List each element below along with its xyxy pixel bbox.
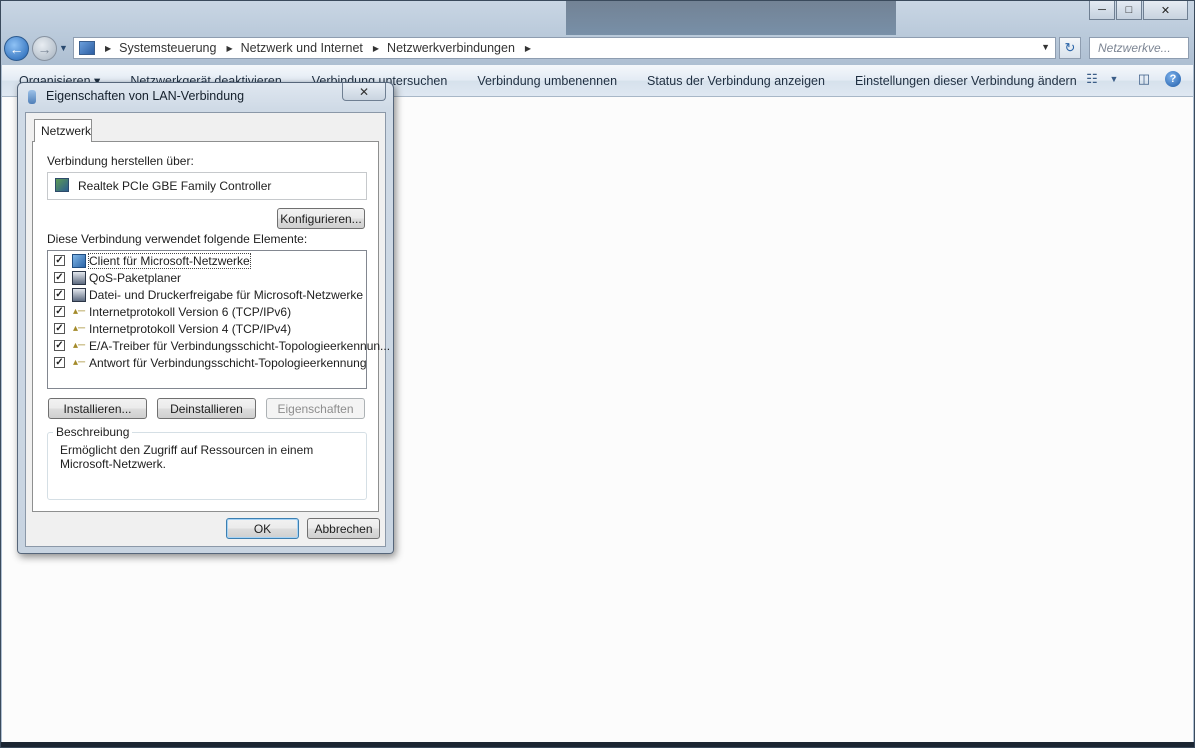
- title-bar: ─ □ ✕: [1, 1, 1194, 35]
- checkbox[interactable]: ✓: [54, 323, 65, 334]
- history-dropdown-icon[interactable]: ▼: [59, 43, 68, 53]
- list-item-label: Antwort für Verbindungsschicht-Topologie…: [89, 355, 367, 370]
- properties-button[interactable]: Eigenschaften: [266, 398, 365, 419]
- list-item-label: Internetprotokoll Version 6 (TCP/IPv6): [89, 304, 292, 319]
- caption-buttons: ─ □ ✕: [1088, 1, 1188, 20]
- toolbar-icons: ☷ ▼ ◫ ?: [1083, 71, 1181, 87]
- checkbox[interactable]: ✓: [54, 272, 65, 283]
- cancel-button[interactable]: Abbrechen: [307, 518, 380, 539]
- control-panel-icon: [79, 41, 95, 55]
- minimize-button[interactable]: ─: [1089, 1, 1115, 20]
- description-group: Beschreibung Ermöglicht den Zugriff auf …: [47, 425, 367, 500]
- taskbar-edge: [1, 742, 1194, 747]
- service-icon: [72, 270, 86, 285]
- forward-button[interactable]: →: [32, 36, 57, 61]
- tab-panel: Verbindung herstellen über: Realtek PCIe…: [32, 141, 390, 512]
- breadcrumb-chevron-icon[interactable]: ▶: [373, 44, 379, 53]
- protocol-icon: ▴─: [72, 340, 86, 351]
- search-input[interactable]: Netzwerkve...: [1089, 37, 1189, 59]
- checkbox[interactable]: ✓: [54, 255, 65, 266]
- connect-using-label: Verbindung herstellen über:: [47, 154, 194, 168]
- checkbox[interactable]: ✓: [54, 289, 65, 300]
- uninstall-button[interactable]: Deinstallieren: [157, 398, 256, 419]
- maximize-button[interactable]: □: [1116, 1, 1142, 20]
- list-item-lltd-responder[interactable]: ✓ ▴─ Antwort für Verbindungsschicht-Topo…: [54, 354, 367, 371]
- breadcrumb-netzwerk-und-internet[interactable]: Netzwerk und Internet: [241, 41, 363, 55]
- background-window-ghost: [566, 1, 896, 35]
- dialog-body: Netzwerk Verbindung herstellen über: Rea…: [25, 112, 390, 547]
- dialog-close-button[interactable]: ✕: [342, 83, 386, 101]
- protocol-icon: ▴─: [72, 357, 86, 368]
- breadcrumb-chevron-icon[interactable]: ▶: [105, 44, 111, 53]
- list-item-ipv4[interactable]: ✓ ▴─ Internetprotokoll Version 4 (TCP/IP…: [54, 320, 291, 337]
- preview-pane-icon[interactable]: ◫: [1135, 71, 1153, 87]
- toolbar-view-status[interactable]: Status der Verbindung anzeigen: [632, 74, 840, 88]
- tab-netzwerk[interactable]: Netzwerk: [34, 119, 92, 142]
- list-item-label: Client für Microsoft-Netzwerke: [88, 252, 251, 269]
- list-item-lltd-mapper[interactable]: ✓ ▴─ E/A-Treiber für Verbindungsschicht-…: [54, 337, 390, 354]
- checkbox[interactable]: ✓: [54, 357, 65, 368]
- breadcrumb-systemsteuerung[interactable]: Systemsteuerung: [119, 41, 216, 55]
- network-client-icon: [72, 253, 86, 268]
- components-list[interactable]: ✓ Client für Microsoft-Netzwerke ✓ QoS-P…: [47, 250, 390, 389]
- list-item-label: QoS-Paketplaner: [89, 270, 182, 285]
- network-adapter-icon: [55, 178, 69, 192]
- install-button[interactable]: Installieren...: [48, 398, 147, 419]
- breadcrumb-chevron-icon[interactable]: ▶: [226, 44, 232, 53]
- items-label: Diese Verbindung verwendet folgende Elem…: [47, 232, 308, 246]
- help-icon[interactable]: ?: [1165, 71, 1181, 87]
- breadcrumb-chevron-icon[interactable]: ▶: [525, 44, 531, 53]
- toolbar-rename[interactable]: Verbindung umbenennen: [462, 74, 632, 88]
- list-item-client[interactable]: ✓ Client für Microsoft-Netzwerke: [54, 252, 251, 269]
- checkbox[interactable]: ✓: [54, 306, 65, 317]
- list-item-ipv6[interactable]: ✓ ▴─ Internetprotokoll Version 6 (TCP/IP…: [54, 303, 291, 320]
- service-icon: [72, 287, 86, 302]
- list-item-file-printer-sharing[interactable]: ✓ Datei- und Druckerfreigabe für Microso…: [54, 286, 363, 303]
- adapter-name: Realtek PCIe GBE Family Controller: [78, 179, 272, 193]
- adapter-field: Realtek PCIe GBE Family Controller: [47, 172, 367, 200]
- lan-properties-dialog: Eigenschaften von LAN-Verbindung ✕ Netzw…: [17, 82, 394, 554]
- address-bar[interactable]: ▶ Systemsteuerung ▶ Netzwerk und Interne…: [73, 37, 1056, 59]
- address-dropdown-icon[interactable]: ▼: [1041, 42, 1050, 52]
- toolbar-change-settings[interactable]: Einstellungen dieser Verbindung ändern: [840, 74, 1092, 88]
- description-text: Ermöglicht den Zugriff auf Ressourcen in…: [60, 443, 314, 471]
- dialog-title: Eigenschaften von LAN-Verbindung: [46, 89, 245, 103]
- close-button[interactable]: ✕: [1143, 1, 1188, 20]
- navigation-bar: ← → ▼ ▶ Systemsteuerung ▶ Netzwerk und I…: [1, 34, 1194, 62]
- checkbox[interactable]: ✓: [54, 340, 65, 351]
- view-dropdown-icon[interactable]: ▼: [1105, 71, 1123, 87]
- view-options-icon[interactable]: ☷: [1083, 71, 1101, 87]
- list-item-label: E/A-Treiber für Verbindungsschicht-Topol…: [89, 338, 391, 353]
- network-connection-icon: [28, 90, 36, 104]
- refresh-button[interactable]: ↻: [1059, 37, 1081, 59]
- list-item-qos[interactable]: ✓ QoS-Paketplaner: [54, 269, 181, 286]
- list-item-label: Datei- und Druckerfreigabe für Microsoft…: [89, 287, 364, 302]
- ok-button[interactable]: OK: [226, 518, 299, 539]
- description-legend: Beschreibung: [53, 425, 133, 439]
- breadcrumb-netzwerkverbindungen[interactable]: Netzwerkverbindungen: [387, 41, 515, 55]
- protocol-icon: ▴─: [72, 306, 86, 317]
- configure-button[interactable]: Konfigurieren...: [277, 208, 365, 229]
- protocol-icon: ▴─: [72, 323, 86, 334]
- list-item-label: Internetprotokoll Version 4 (TCP/IPv4): [89, 321, 292, 336]
- back-button[interactable]: ←: [4, 36, 29, 61]
